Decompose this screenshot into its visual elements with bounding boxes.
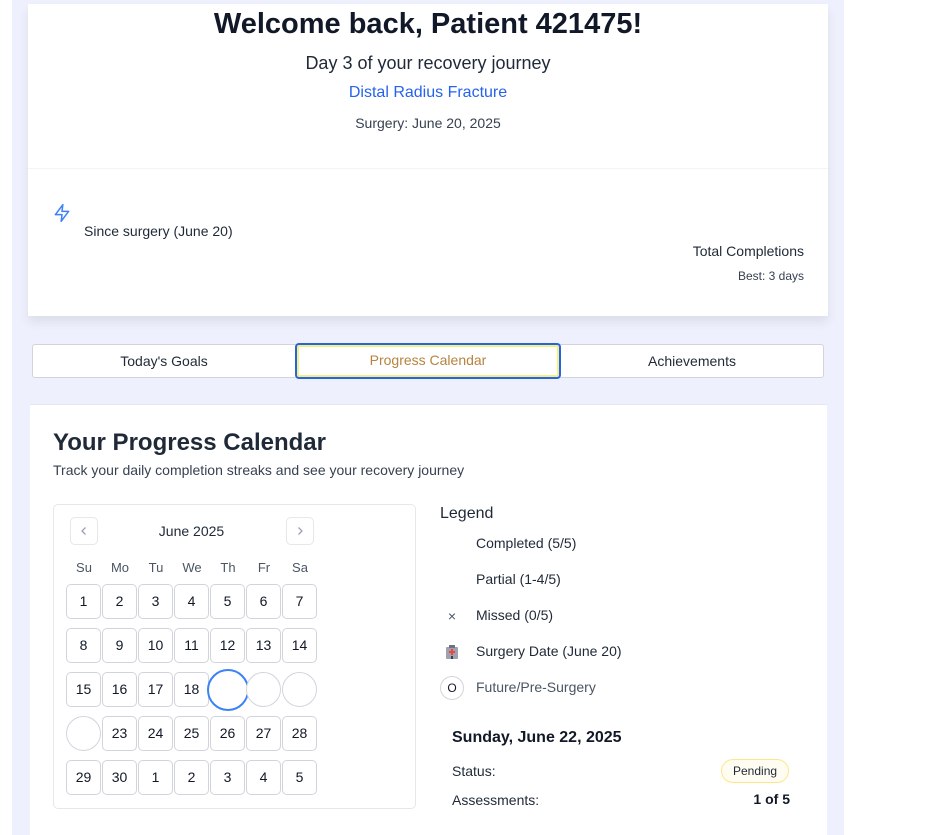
legend-title: Legend: [440, 505, 494, 522]
calendar-day[interactable]: 3: [138, 584, 173, 619]
calendar-day[interactable]: 1: [138, 760, 173, 795]
calendar-title: Your Progress Calendar: [53, 429, 326, 456]
hospital-icon: [440, 640, 464, 664]
calendar-day[interactable]: 13: [246, 628, 281, 663]
since-surgery-label: Since surgery (June 20): [84, 223, 233, 239]
tab-achievements[interactable]: Achievements: [561, 345, 823, 377]
legend-future: Future/Pre-Surgery: [476, 679, 596, 695]
weekday-header: Th: [220, 560, 236, 575]
calendar-day[interactable]: [66, 716, 101, 751]
calendar-day[interactable]: 2: [102, 584, 137, 619]
weekday-header: Tu: [148, 560, 164, 575]
calendar-day[interactable]: 14: [282, 628, 317, 663]
chevron-right-icon: [298, 527, 303, 535]
progress-calendar-card: Your Progress Calendar Track your daily …: [30, 404, 827, 835]
calendar-day[interactable]: 15: [66, 672, 101, 707]
calendar-day[interactable]: 4: [174, 584, 209, 619]
calendar-day[interactable]: 18: [174, 672, 209, 707]
welcome-card: Welcome back, Patient 421475! Day 3 of y…: [28, 4, 828, 316]
welcome-heading: Welcome back, Patient 421475!: [213, 8, 643, 40]
future-marker: O: [440, 676, 464, 700]
calendar-day[interactable]: 7: [282, 584, 317, 619]
calendar-day[interactable]: 5: [210, 584, 245, 619]
calendar-day[interactable]: 3: [210, 760, 245, 795]
legend-completed: Completed (5/5): [476, 535, 577, 551]
calendar-day[interactable]: 9: [102, 628, 137, 663]
lightning-bolt-icon: [54, 203, 70, 223]
calendar-day[interactable]: 10: [138, 628, 173, 663]
calendar-day[interactable]: 4: [246, 760, 281, 795]
legend-partial: Partial (1-4/5): [476, 571, 561, 587]
calendar-day[interactable]: 27: [246, 716, 281, 751]
calendar-day[interactable]: 8: [66, 628, 101, 663]
weekday-header: Sa: [292, 560, 308, 575]
calendar-day[interactable]: 11: [174, 628, 209, 663]
calendar-day[interactable]: 30: [102, 760, 137, 795]
tab-todays-goals[interactable]: Today's Goals: [33, 345, 295, 377]
weekday-header: We: [182, 560, 202, 575]
condition-label: Distal Radius Fracture: [348, 84, 508, 101]
calendar-day[interactable]: 26: [210, 716, 245, 751]
calendar-day[interactable]: 24: [138, 716, 173, 751]
status-badge: Pending: [721, 759, 790, 783]
calendar-widget: June 2025 Su Mo Tu We Th Fr Sa 1 2 3 4 5 6 7 8 9 10 11 12 1…: [53, 504, 416, 809]
calendar-day[interactable]: 12: [210, 628, 245, 663]
calendar-day[interactable]: 28: [282, 716, 317, 751]
calendar-day[interactable]: 1: [66, 584, 101, 619]
calendar-day[interactable]: 23: [102, 716, 137, 751]
calendar-day[interactable]: 29: [66, 760, 101, 795]
total-completions-label: Total Completions: [692, 243, 804, 259]
status-label: Status:: [452, 763, 496, 779]
calendar-day-selected[interactable]: [207, 669, 249, 711]
recovery-day-text: Day 3 of your recovery journey: [305, 53, 551, 73]
legend-missed: Missed (0/5): [476, 607, 554, 623]
calendar-day[interactable]: 5: [282, 760, 317, 795]
calendar-day[interactable]: 2: [174, 760, 209, 795]
next-month-button[interactable]: [286, 517, 314, 545]
calendar-day[interactable]: 25: [174, 716, 209, 751]
stats-divider: [28, 168, 828, 169]
selected-date: Sunday, June 22, 2025: [452, 729, 622, 746]
calendar-day[interactable]: 16: [102, 672, 137, 707]
future-circle-icon: O: [440, 676, 464, 700]
weekday-header: Fr: [257, 560, 271, 575]
calendar-subtitle: Track your daily completion streaks and …: [53, 462, 465, 478]
calendar-day[interactable]: 17: [138, 672, 173, 707]
calendar-day[interactable]: [246, 672, 281, 707]
weekday-header: Su: [76, 560, 92, 575]
tab-progress-calendar[interactable]: Progress Calendar: [295, 343, 561, 379]
calendar-day[interactable]: 6: [246, 584, 281, 619]
legend-surgery: Surgery Date (June 20): [476, 643, 622, 659]
tab-bar: Today's Goals Progress Calendar Achievem…: [32, 343, 824, 379]
assessments-value: 1 of 5: [753, 791, 790, 807]
best-streak-label: Best: 3 days: [737, 269, 804, 283]
surgery-date-text: Surgery: June 20, 2025: [355, 115, 501, 131]
assessments-label: Assessments:: [452, 792, 540, 808]
close-icon: ×: [447, 608, 457, 624]
weekday-header: Mo: [110, 560, 130, 575]
calendar-day[interactable]: [282, 672, 317, 707]
